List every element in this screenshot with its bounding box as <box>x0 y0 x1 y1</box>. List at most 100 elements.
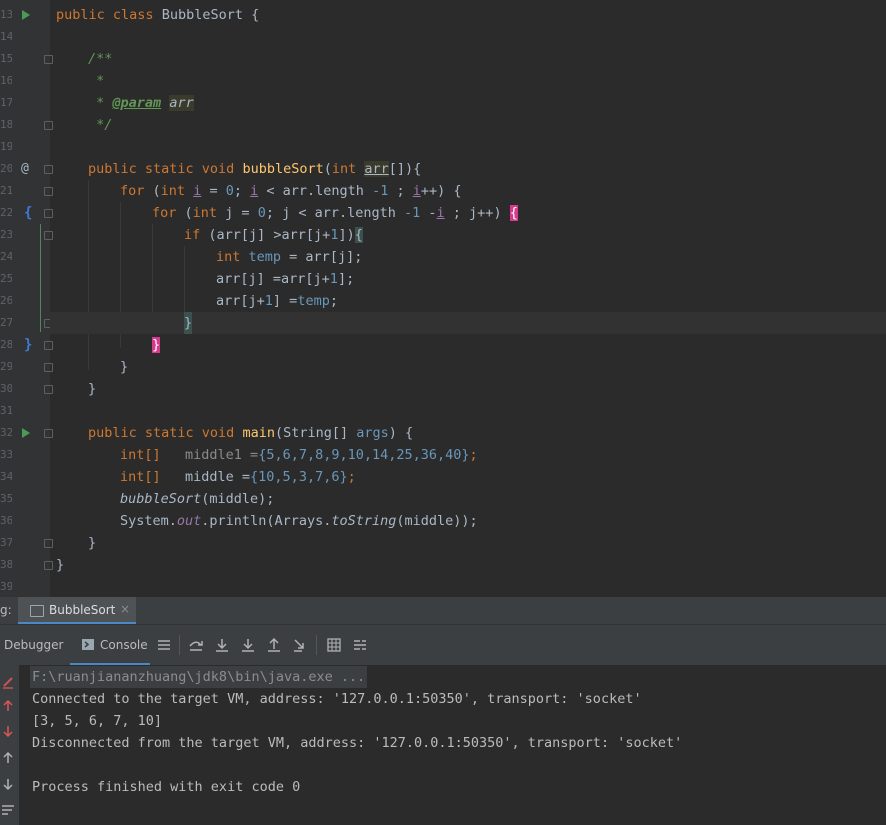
code-line[interactable]: public class BubbleSort { <box>56 4 886 26</box>
loop-var: i <box>436 205 445 221</box>
code-text: ; <box>329 293 338 309</box>
code-line[interactable]: } <box>88 378 886 400</box>
code-keyword: public static void <box>88 161 235 177</box>
line-number: 32 <box>0 426 12 439</box>
debug-toolbar: Debugger Console <box>0 625 886 666</box>
code-line[interactable]: if (arr[j] >arr[j+1]){ <box>184 224 886 246</box>
fold-icon[interactable] <box>44 385 53 394</box>
run-to-cursor-icon[interactable] <box>292 637 308 653</box>
console-command-line[interactable]: F:\ruanjiananzhuang\jdk8\bin\java.exe ..… <box>30 666 368 688</box>
code-editor[interactable]: 13 14 15 16 17 18 19 20 21 22 23 24 25 2… <box>0 0 886 597</box>
code-line[interactable]: * <box>88 70 886 92</box>
tab-bubblesort[interactable]: BubbleSort × <box>18 597 136 624</box>
code-text: (arr[j] >arr[j+ <box>200 227 331 243</box>
scroll-up-icon[interactable] <box>1 751 15 765</box>
code-text: (middle); <box>201 491 275 507</box>
number-literal: 1 <box>329 271 338 287</box>
doc-comment: * <box>88 73 105 89</box>
code-line[interactable]: for (int j = 0; j < arr.length -1 -i ; j… <box>152 202 886 224</box>
code-keyword: public class <box>56 7 154 23</box>
code-line[interactable]: int[] middle1 ={5,6,7,8,9,10,14,25,36,40… <box>120 444 886 466</box>
code-line[interactable]: } <box>120 356 886 378</box>
array-literal: {5,6,7,8,9,10,14,25,36,40} <box>258 447 470 463</box>
code-line[interactable]: public static void bubbleSort(int arr[])… <box>88 158 886 180</box>
step-over-icon[interactable] <box>188 637 204 653</box>
code-text: ; <box>388 183 413 199</box>
code-text: arr[j] =arr[j+ <box>216 271 330 287</box>
tab-label: BubbleSort <box>49 603 116 617</box>
console-output[interactable]: F:\ruanjiananzhuang\jdk8\bin\java.exe ..… <box>0 665 886 825</box>
fold-icon[interactable] <box>44 209 53 218</box>
code-line[interactable]: } <box>152 334 886 356</box>
fold-icon[interactable] <box>44 341 53 350</box>
console-line: [3, 5, 6, 7, 10] <box>32 713 163 729</box>
arrow-up-icon[interactable] <box>1 699 15 713</box>
console-line: Disconnected from the target VM, address… <box>32 735 683 751</box>
code-text: arr[j+ <box>216 293 265 309</box>
fold-icon[interactable] <box>44 55 53 64</box>
loop-var: i <box>412 183 421 199</box>
menu-icon[interactable] <box>156 637 172 653</box>
close-icon[interactable]: × <box>120 602 130 616</box>
fold-icon[interactable] <box>44 363 53 372</box>
run-main-icon[interactable] <box>22 428 30 438</box>
code-keyword: public static void <box>88 425 235 441</box>
code-line[interactable]: System.out.println(Arrays.toString(middl… <box>120 510 886 532</box>
editor-gutter: 13 14 15 16 17 18 19 20 21 22 23 24 25 2… <box>0 0 53 597</box>
fold-icon[interactable] <box>44 231 53 240</box>
arrow-down-icon[interactable] <box>1 724 15 738</box>
code-line[interactable]: arr[j] =arr[j+1]; <box>216 268 886 290</box>
fold-icon[interactable] <box>44 561 53 570</box>
fold-icon[interactable] <box>44 187 53 196</box>
code-text: []){ <box>388 161 422 177</box>
line-number: 18 <box>0 118 12 131</box>
toolbar-divider <box>316 635 317 655</box>
console-tab-icon <box>82 639 94 650</box>
fold-icon[interactable] <box>44 165 53 174</box>
code-line[interactable]: } <box>88 532 886 554</box>
code-line[interactable]: for (int i = 0; i < arr.length -1 ; i++)… <box>120 180 886 202</box>
tab-debugger[interactable]: Debugger <box>4 638 63 652</box>
soft-wrap-icon[interactable] <box>1 803 15 817</box>
scroll-down-icon[interactable] <box>1 777 15 791</box>
step-out-icon[interactable] <box>266 637 282 653</box>
local-var: temp <box>248 249 282 265</box>
step-into-icon[interactable] <box>214 637 230 653</box>
force-step-into-icon[interactable] <box>240 637 256 653</box>
run-class-icon[interactable] <box>22 10 30 20</box>
clear-icon[interactable] <box>1 675 15 689</box>
current-code-line[interactable]: } <box>50 312 886 334</box>
brace-match-highlight: } <box>152 337 161 353</box>
fold-icon[interactable] <box>44 121 53 130</box>
code-text: { <box>242 7 260 23</box>
code-line[interactable]: int[] middle ={10,5,3,7,6}; <box>120 466 886 488</box>
code-text: ( <box>144 183 161 199</box>
method-name: main <box>242 425 275 441</box>
evaluate-expression-icon[interactable] <box>326 637 342 653</box>
code-text: ; <box>347 469 356 485</box>
method-name: bubbleSort <box>242 161 324 177</box>
code-line[interactable]: */ <box>88 114 886 136</box>
code-line[interactable]: /** <box>88 48 886 70</box>
toolbar-divider <box>179 635 180 655</box>
line-number: 26 <box>0 294 12 307</box>
fold-range-marker <box>40 224 41 332</box>
code-text: = arr[j]; <box>281 249 363 265</box>
code-line[interactable]: int temp = arr[j]; <box>216 246 886 268</box>
line-number: 20 <box>0 162 12 175</box>
code-line[interactable]: * @param arr <box>88 92 886 114</box>
fold-icon[interactable] <box>44 539 53 548</box>
number-literal: -1 <box>372 183 389 199</box>
indent-guide <box>184 246 185 312</box>
code-line[interactable]: bubbleSort(middle); <box>120 488 886 510</box>
line-number: 28 <box>0 338 12 351</box>
code-line[interactable]: arr[j+1] =temp; <box>216 290 886 312</box>
code-line[interactable]: public static void main(String[] args) { <box>88 422 886 444</box>
doc-param-name: arr <box>169 95 194 111</box>
fold-icon[interactable] <box>44 429 53 438</box>
tab-console[interactable]: Console <box>70 625 150 665</box>
code-text: } <box>56 557 65 573</box>
trace-icon[interactable] <box>352 637 368 653</box>
code-line[interactable]: } <box>56 554 886 576</box>
line-number: 16 <box>0 74 12 87</box>
